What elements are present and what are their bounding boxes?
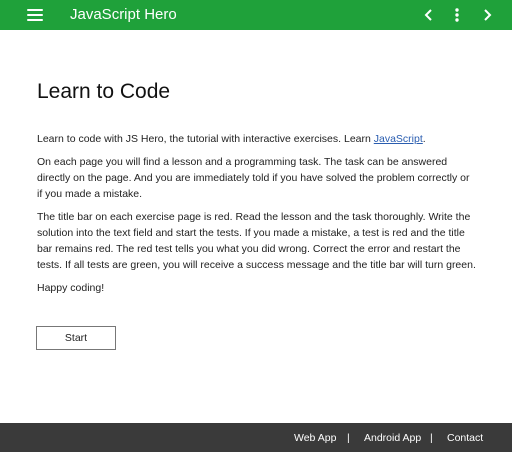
footer-link-web-app[interactable]: Web App — [294, 431, 336, 445]
footer-link-android-app[interactable]: Android App — [364, 431, 421, 445]
intro-paragraph: Learn to code with JS Hero, the tutorial… — [37, 131, 477, 147]
page-title: Learn to Code — [37, 80, 171, 103]
start-button[interactable]: Start — [36, 326, 116, 350]
lesson-paragraph: On each page you will find a lesson and … — [37, 156, 470, 200]
menu-icon[interactable] — [24, 8, 46, 22]
footer-separator: | — [347, 432, 350, 444]
footer: Web App | Android App | Contact — [0, 423, 512, 452]
javascript-link[interactable]: JavaScript — [374, 133, 423, 145]
title-bar: JavaScript Hero — [0, 0, 512, 30]
footer-link-contact[interactable]: Contact — [447, 431, 483, 445]
intro-end: . — [422, 133, 426, 145]
footer-separator: | — [430, 432, 433, 444]
chevron-left-icon[interactable] — [420, 6, 438, 24]
more-vertical-icon[interactable] — [448, 6, 466, 24]
app-title: JavaScript Hero — [70, 6, 177, 23]
title-bar-paragraph: The title bar on each exercise page is r… — [37, 211, 476, 271]
main-content: Learn to Code Learn to code with JS Hero… — [37, 30, 477, 296]
happy-coding-text: Happy coding! — [37, 282, 105, 294]
chevron-right-icon[interactable] — [478, 6, 496, 24]
intro-text: Learn to code with JS Hero, the tutorial… — [37, 133, 374, 145]
